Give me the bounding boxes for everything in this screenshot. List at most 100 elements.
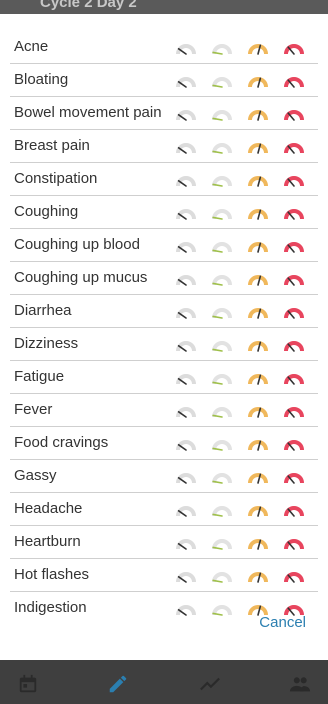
symptom-dialog: Acne Bloating Bowel movement pain Breast pa… xyxy=(0,14,328,660)
severity-none-gauge-icon[interactable] xyxy=(175,435,197,453)
symptom-row: Hot flashes xyxy=(10,560,318,592)
symptom-row: Coughing xyxy=(10,197,318,229)
severity-mild-gauge-icon[interactable] xyxy=(211,270,233,288)
severity-none-gauge-icon[interactable] xyxy=(175,501,197,519)
severity-moderate-gauge-icon[interactable] xyxy=(247,171,269,189)
calendar-icon[interactable] xyxy=(17,673,39,695)
severity-mild-gauge-icon[interactable] xyxy=(211,336,233,354)
severity-mild-gauge-icon[interactable] xyxy=(211,369,233,387)
severity-mild-gauge-icon[interactable] xyxy=(211,402,233,420)
severity-mild-gauge-icon[interactable] xyxy=(211,171,233,189)
severity-moderate-gauge-icon[interactable] xyxy=(247,402,269,420)
symptom-label: Coughing up mucus xyxy=(14,269,148,286)
severity-moderate-gauge-icon[interactable] xyxy=(247,336,269,354)
severity-mild-gauge-icon[interactable] xyxy=(211,72,233,90)
severity-severe-gauge-icon[interactable] xyxy=(283,336,305,354)
severity-severe-gauge-icon[interactable] xyxy=(283,39,305,57)
severity-none-gauge-icon[interactable] xyxy=(175,369,197,387)
severity-none-gauge-icon[interactable] xyxy=(175,303,197,321)
severity-none-gauge-icon[interactable] xyxy=(175,72,197,90)
severity-severe-gauge-icon[interactable] xyxy=(283,468,305,486)
severity-severe-gauge-icon[interactable] xyxy=(283,171,305,189)
severity-mild-gauge-icon[interactable] xyxy=(211,468,233,486)
severity-none-gauge-icon[interactable] xyxy=(175,534,197,552)
cancel-button[interactable]: Cancel xyxy=(259,614,306,631)
severity-severe-gauge-icon[interactable] xyxy=(283,138,305,156)
severity-none-gauge-icon[interactable] xyxy=(175,468,197,486)
severity-severe-gauge-icon[interactable] xyxy=(283,303,305,321)
severity-severe-gauge-icon[interactable] xyxy=(283,237,305,255)
symptom-row: Heartburn xyxy=(10,527,318,559)
severity-moderate-gauge-icon[interactable] xyxy=(247,72,269,90)
severity-severe-gauge-icon[interactable] xyxy=(283,534,305,552)
severity-severe-gauge-icon[interactable] xyxy=(283,501,305,519)
severity-none-gauge-icon[interactable] xyxy=(175,204,197,222)
trend-chart-icon[interactable] xyxy=(199,673,221,695)
severity-severe-gauge-icon[interactable] xyxy=(283,435,305,453)
severity-moderate-gauge-icon[interactable] xyxy=(247,435,269,453)
severity-mild-gauge-icon[interactable] xyxy=(211,435,233,453)
severity-severe-gauge-icon[interactable] xyxy=(283,72,305,90)
severity-none-gauge-icon[interactable] xyxy=(175,171,197,189)
severity-mild-gauge-icon[interactable] xyxy=(211,501,233,519)
symptom-label: Dizziness xyxy=(14,335,79,352)
severity-moderate-gauge-icon[interactable] xyxy=(247,468,269,486)
people-icon[interactable] xyxy=(289,673,311,695)
severity-moderate-gauge-icon[interactable] xyxy=(247,204,269,222)
symptom-label: Coughing up blood xyxy=(14,236,140,253)
symptom-list: Acne Bloating Bowel movement pain Breast pa… xyxy=(0,32,328,625)
severity-none-gauge-icon[interactable] xyxy=(175,138,197,156)
symptom-label: Food cravings xyxy=(14,434,109,451)
app-header-title: Cycle 2 Day 2 xyxy=(40,0,137,11)
symptom-label: Bowel movement pain xyxy=(14,104,162,121)
symptom-label: Headache xyxy=(14,500,83,517)
symptom-row: Fatigue xyxy=(10,362,318,394)
pencil-icon[interactable] xyxy=(107,673,129,695)
severity-none-gauge-icon[interactable] xyxy=(175,402,197,420)
severity-none-gauge-icon[interactable] xyxy=(175,105,197,123)
severity-mild-gauge-icon[interactable] xyxy=(211,600,233,618)
severity-mild-gauge-icon[interactable] xyxy=(211,204,233,222)
symptom-row: Headache xyxy=(10,494,318,526)
severity-severe-gauge-icon[interactable] xyxy=(283,369,305,387)
severity-mild-gauge-icon[interactable] xyxy=(211,138,233,156)
severity-severe-gauge-icon[interactable] xyxy=(283,567,305,585)
symptom-label: Heartburn xyxy=(14,533,81,550)
severity-moderate-gauge-icon[interactable] xyxy=(247,105,269,123)
severity-moderate-gauge-icon[interactable] xyxy=(247,270,269,288)
severity-mild-gauge-icon[interactable] xyxy=(211,237,233,255)
symptom-label: Bloating xyxy=(14,71,69,88)
bottom-nav xyxy=(0,660,328,704)
severity-moderate-gauge-icon[interactable] xyxy=(247,369,269,387)
severity-none-gauge-icon[interactable] xyxy=(175,336,197,354)
severity-none-gauge-icon[interactable] xyxy=(175,600,197,618)
severity-moderate-gauge-icon[interactable] xyxy=(247,237,269,255)
severity-moderate-gauge-icon[interactable] xyxy=(247,567,269,585)
severity-mild-gauge-icon[interactable] xyxy=(211,105,233,123)
severity-moderate-gauge-icon[interactable] xyxy=(247,534,269,552)
severity-mild-gauge-icon[interactable] xyxy=(211,39,233,57)
severity-none-gauge-icon[interactable] xyxy=(175,270,197,288)
severity-mild-gauge-icon[interactable] xyxy=(211,303,233,321)
severity-none-gauge-icon[interactable] xyxy=(175,237,197,255)
severity-none-gauge-icon[interactable] xyxy=(175,39,197,57)
severity-moderate-gauge-icon[interactable] xyxy=(247,39,269,57)
symptom-row: Acne xyxy=(10,32,318,64)
severity-mild-gauge-icon[interactable] xyxy=(211,534,233,552)
symptom-label: Indigestion xyxy=(14,599,87,616)
severity-moderate-gauge-icon[interactable] xyxy=(247,138,269,156)
symptom-label: Constipation xyxy=(14,170,98,187)
symptom-label: Coughing xyxy=(14,203,79,220)
severity-none-gauge-icon[interactable] xyxy=(175,567,197,585)
severity-mild-gauge-icon[interactable] xyxy=(211,567,233,585)
severity-moderate-gauge-icon[interactable] xyxy=(247,501,269,519)
severity-severe-gauge-icon[interactable] xyxy=(283,270,305,288)
severity-severe-gauge-icon[interactable] xyxy=(283,105,305,123)
severity-severe-gauge-icon[interactable] xyxy=(283,402,305,420)
symptom-row: Gassy xyxy=(10,461,318,493)
severity-severe-gauge-icon[interactable] xyxy=(283,204,305,222)
symptom-row: Dizziness xyxy=(10,329,318,361)
symptom-row: Constipation xyxy=(10,164,318,196)
severity-moderate-gauge-icon[interactable] xyxy=(247,303,269,321)
symptom-row: Coughing up mucus xyxy=(10,263,318,295)
